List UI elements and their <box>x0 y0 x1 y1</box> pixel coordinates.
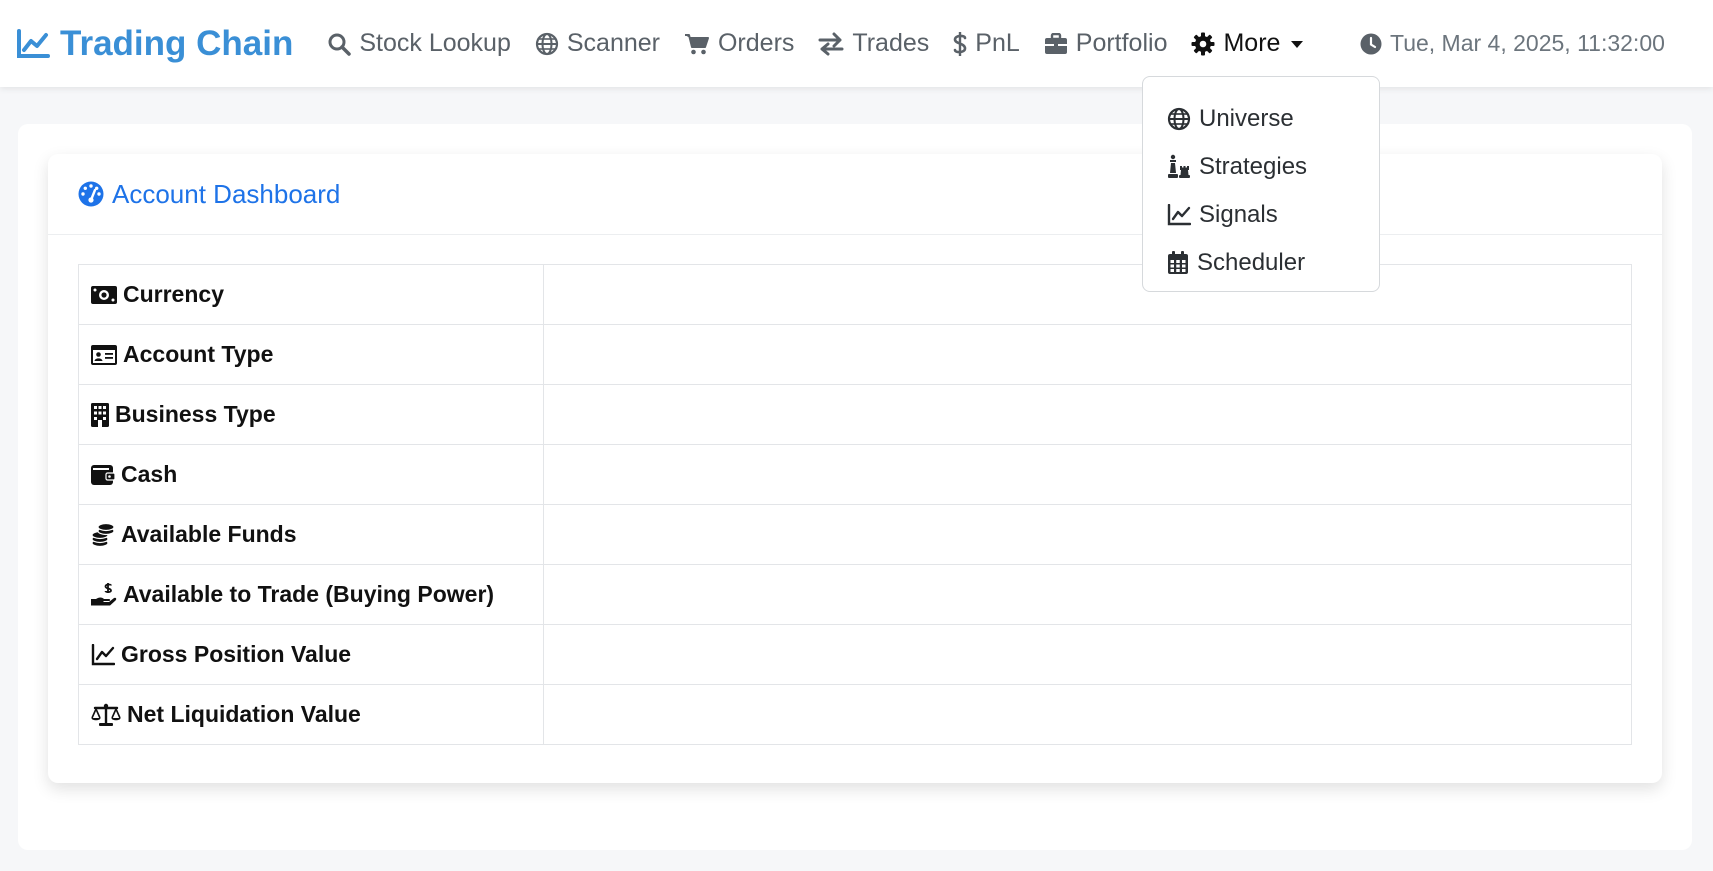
more-dropdown-menu: Universe Strategies Signals Scheduler <box>1142 76 1380 292</box>
nav-more-toggle[interactable]: More <box>1191 29 1312 58</box>
nav-trades[interactable]: Trades <box>818 29 929 58</box>
wallet-icon <box>91 464 115 485</box>
table-row: Cash <box>78 444 1632 505</box>
clock-display: Tue, Mar 4, 2025, 11:32:00 <box>1360 0 1665 87</box>
row-label-cell: Gross Position Value <box>78 624 544 685</box>
hand-dollar-icon <box>91 582 117 605</box>
table-row: Gross Position Value <box>78 624 1632 685</box>
row-label: Net Liquidation Value <box>127 701 361 727</box>
line-chart-icon <box>1167 204 1191 226</box>
row-value <box>543 264 1632 325</box>
nav-portfolio[interactable]: Portfolio <box>1044 29 1168 58</box>
row-label-cell: Cash <box>78 444 544 505</box>
menu-item-label: Scheduler <box>1197 249 1306 276</box>
row-label-cell: Account Type <box>78 324 544 385</box>
nav-more-label: More <box>1223 29 1281 57</box>
table-row: Available to Trade (Buying Power) <box>78 564 1632 625</box>
row-label: Available Funds <box>121 521 297 547</box>
briefcase-icon <box>1044 32 1067 54</box>
clock-text: Tue, Mar 4, 2025, 11:32:00 <box>1390 30 1665 56</box>
row-value <box>543 624 1632 685</box>
id-card-icon <box>91 344 117 365</box>
coins-icon <box>91 522 115 547</box>
menu-item-universe[interactable]: Universe <box>1143 95 1379 143</box>
row-label-cell: Available to Trade (Buying Power) <box>78 564 544 625</box>
nav-label: Portfolio <box>1075 29 1168 57</box>
menu-item-strategies[interactable]: Strategies <box>1143 143 1379 191</box>
globe-icon <box>535 32 558 55</box>
calendar-icon <box>1168 251 1188 274</box>
page-title: Account Dashboard <box>112 178 341 209</box>
nav-label: PnL <box>975 29 1020 57</box>
row-label: Gross Position Value <box>121 641 352 667</box>
menu-item-label: Universe <box>1199 105 1294 132</box>
row-label-cell: Business Type <box>78 384 544 445</box>
row-value <box>543 384 1632 445</box>
nav-label: Orders <box>717 29 795 57</box>
menu-item-label: Signals <box>1199 201 1278 228</box>
brand-link[interactable]: Trading Chain <box>16 24 293 64</box>
search-icon <box>328 33 352 56</box>
row-label: Account Type <box>123 341 274 367</box>
row-label: Currency <box>123 281 224 307</box>
nav-label: Stock Lookup <box>359 29 511 57</box>
row-label: Cash <box>121 461 178 487</box>
row-label: Available to Trade (Buying Power) <box>123 581 495 607</box>
table-row: Account Type <box>78 324 1632 385</box>
top-navbar: Trading Chain Stock Lookup Scanner Order… <box>0 0 1713 87</box>
row-label: Business Type <box>115 401 276 427</box>
money-bill-icon <box>91 285 117 304</box>
clock-icon <box>1360 33 1382 54</box>
nav-stock-lookup[interactable]: Stock Lookup <box>327 29 511 58</box>
chess-icon <box>1168 154 1190 178</box>
account-table: Currency Account Type Business Type Cash… <box>78 264 1632 745</box>
line-chart-icon <box>91 643 115 665</box>
menu-item-scheduler[interactable]: Scheduler <box>1143 239 1379 287</box>
card-header: Account Dashboard <box>48 154 1662 235</box>
gear-icon <box>1191 32 1215 55</box>
nav-label: Trades <box>852 29 930 57</box>
table-row: Currency <box>78 264 1632 325</box>
menu-item-signals[interactable]: Signals <box>1143 191 1379 239</box>
brand-title: Trading Chain <box>60 23 294 63</box>
nav-label: Scanner <box>566 29 660 57</box>
row-label-cell: Available Funds <box>78 504 544 565</box>
arrows-exchange-icon <box>818 32 844 55</box>
table-row: Business Type <box>78 384 1632 445</box>
table-row: Net Liquidation Value <box>78 684 1632 745</box>
menu-item-label: Strategies <box>1199 153 1308 180</box>
nav-orders[interactable]: Orders <box>684 29 794 58</box>
globe-icon <box>1167 107 1191 131</box>
table-row: Available Funds <box>78 504 1632 565</box>
dollar-icon <box>953 31 967 56</box>
nav-scanner[interactable]: Scanner <box>535 29 660 58</box>
scale-icon <box>91 703 121 726</box>
cart-icon <box>684 33 709 54</box>
row-value <box>543 564 1632 625</box>
gauge-icon <box>78 181 104 207</box>
row-value <box>543 504 1632 565</box>
row-value <box>543 324 1632 385</box>
row-label-cell: Net Liquidation Value <box>78 684 544 745</box>
row-value <box>543 444 1632 505</box>
nav-pnl[interactable]: PnL <box>953 29 1020 58</box>
row-label-cell: Currency <box>78 264 544 325</box>
account-dashboard-card: Account Dashboard Currency Account Type … <box>48 154 1662 783</box>
caret-down-icon <box>1291 40 1304 48</box>
building-icon <box>91 402 109 427</box>
line-chart-icon <box>17 28 50 58</box>
row-value <box>543 684 1632 745</box>
